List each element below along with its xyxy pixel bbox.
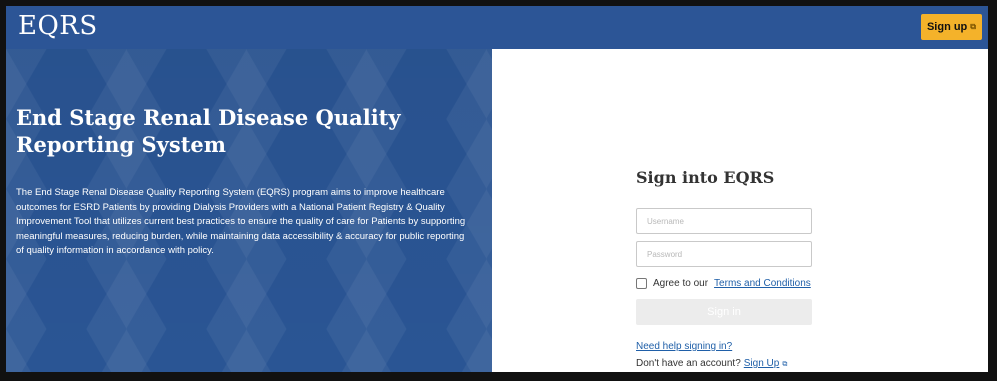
signup-button[interactable]: Sign up ⧉ xyxy=(920,14,982,40)
username-input[interactable] xyxy=(636,208,812,234)
browser-frame: EQRS Sign up ⧉ End Stage Renal Disease Q… xyxy=(0,0,997,381)
hero-panel: End Stage Renal Disease Quality Reportin… xyxy=(6,49,492,372)
signin-title: Sign into EQRS xyxy=(636,168,775,187)
no-account-row: Don't have an account? Sign Up ⧉ xyxy=(636,358,787,369)
no-account-text: Don't have an account? xyxy=(636,358,741,369)
password-input[interactable] xyxy=(636,241,812,267)
terms-agreement: Agree to our Terms and Conditions xyxy=(636,278,811,289)
external-link-icon: ⧉ xyxy=(970,22,976,31)
hero-title: End Stage Renal Disease Quality Reportin… xyxy=(16,105,401,157)
terms-checkbox[interactable] xyxy=(636,278,647,289)
login-panel: Sign into EQRS Agree to our Terms and Co… xyxy=(492,49,988,372)
signup-button-label: Sign up xyxy=(926,21,968,33)
terms-prefix: Agree to our xyxy=(653,278,709,289)
signup-link[interactable]: Sign Up xyxy=(744,358,780,369)
top-header: EQRS Sign up ⧉ xyxy=(6,6,988,49)
external-link-icon: ⧉ xyxy=(782,361,788,368)
terms-link[interactable]: Terms and Conditions xyxy=(714,278,811,289)
help-signing-in-link[interactable]: Need help signing in? xyxy=(636,341,732,352)
signin-button[interactable]: Sign in xyxy=(636,299,812,325)
eqrs-logo: EQRS xyxy=(18,11,98,41)
hero-description: The End Stage Renal Disease Quality Repo… xyxy=(16,187,466,256)
